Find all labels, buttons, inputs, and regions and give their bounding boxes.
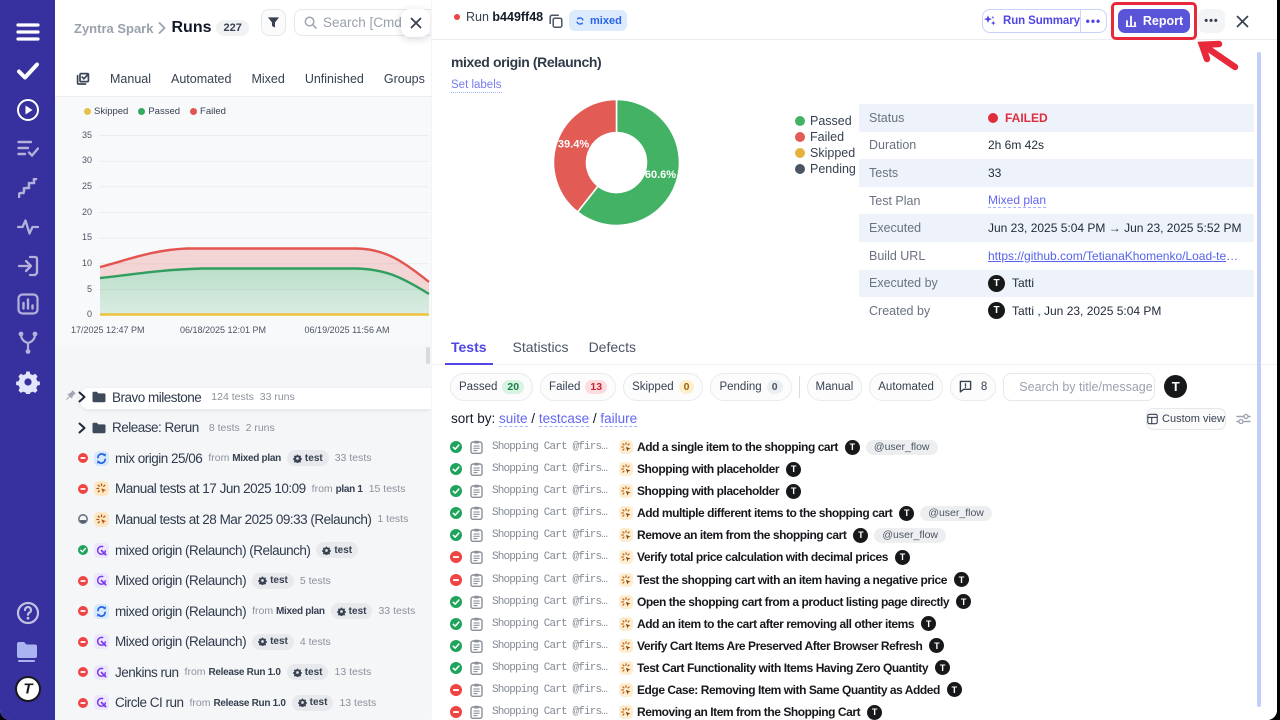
svg-text:60.6%: 60.6% [645, 169, 676, 181]
svg-text:39.4%: 39.4% [558, 139, 589, 151]
